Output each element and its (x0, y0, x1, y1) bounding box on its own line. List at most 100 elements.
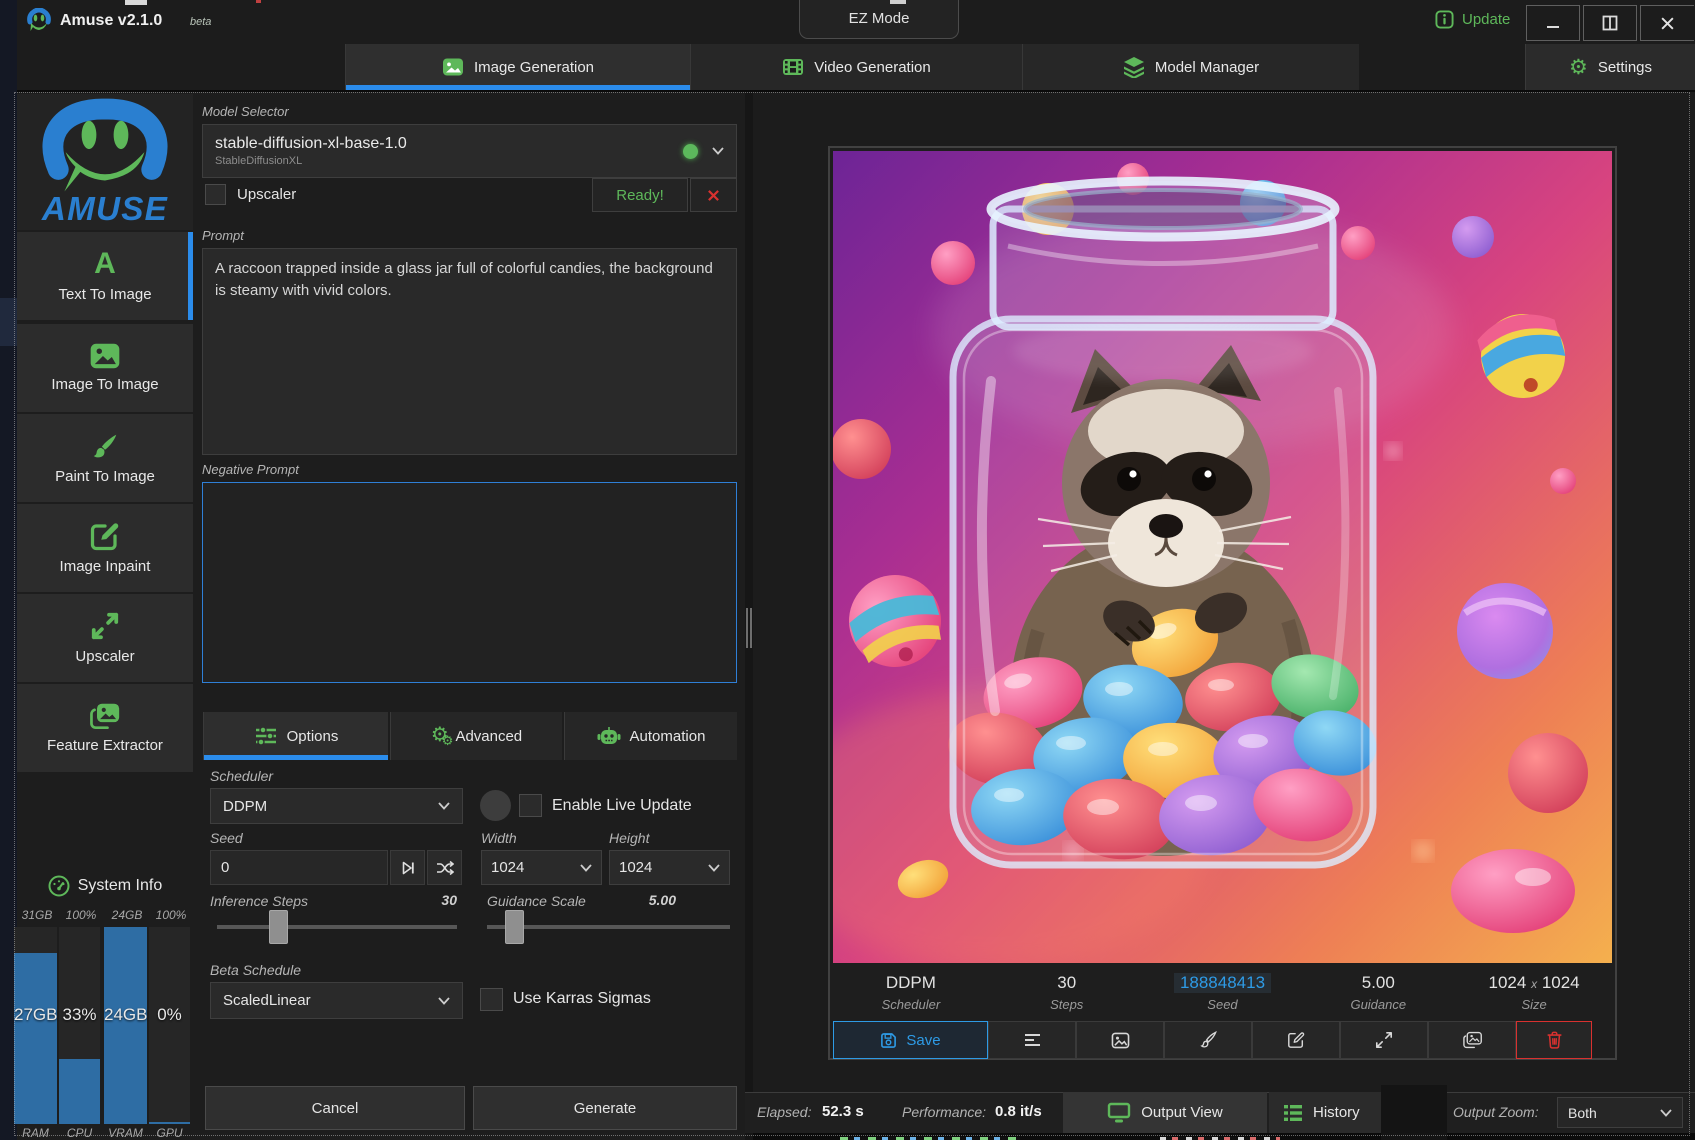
maximize-button[interactable] (1583, 5, 1637, 41)
height-dropdown[interactable]: 1024 (609, 850, 730, 885)
caption-button[interactable] (988, 1021, 1076, 1059)
sidebar-item-image-inpaint[interactable]: Image Inpaint (17, 504, 193, 592)
unload-model-button[interactable] (690, 178, 737, 212)
update-button[interactable]: Update (1435, 10, 1510, 29)
karras-sigmas-label: Use Karras Sigmas (513, 990, 651, 1008)
chevron-down-icon (580, 864, 592, 872)
guidance-scale-slider-thumb[interactable] (505, 910, 524, 944)
sidebar-item-upscaler[interactable]: Upscaler (17, 594, 193, 682)
scheduler-label: Scheduler (210, 768, 273, 784)
send-to-upscaler-button[interactable] (1340, 1021, 1428, 1059)
tab-video-generation[interactable]: Video Generation (690, 44, 1022, 90)
output-view-button[interactable]: Output View (1063, 1092, 1267, 1133)
chevron-down-icon (712, 147, 724, 155)
tab-image-generation[interactable]: Image Generation (345, 44, 690, 90)
red-x-icon (707, 189, 720, 202)
amuse-logo: AMUSE (17, 94, 193, 230)
system-info-header: System Info (17, 875, 193, 897)
tab-advanced[interactable]: ⚙⚙ Advanced (390, 712, 562, 760)
chevron-down-icon (708, 864, 720, 872)
image-icon (442, 56, 464, 78)
image-icon (1111, 1032, 1130, 1049)
generate-button[interactable]: Generate (473, 1086, 737, 1130)
sidebar-item-feature-extractor[interactable]: Feature Extractor (17, 684, 193, 772)
output-zoom-dropdown[interactable]: Both (1557, 1097, 1683, 1128)
live-update-toggle[interactable] (480, 790, 511, 821)
vram-value: 24GB (104, 1005, 147, 1025)
splitter-grip[interactable] (750, 608, 752, 648)
cancel-button[interactable]: Cancel (205, 1086, 465, 1130)
send-to-inpaint-button[interactable] (1252, 1021, 1340, 1059)
meta-label: Guidance (1350, 997, 1406, 1012)
brush-icon (1199, 1031, 1217, 1049)
inference-steps-label: Inference Steps (210, 893, 308, 909)
guidance-scale-value: 5.00 (638, 892, 676, 908)
performance-label: Performance: (902, 1104, 986, 1120)
trash-icon (1546, 1031, 1563, 1049)
inference-steps-value: 30 (425, 892, 457, 908)
desktop-edge-highlight (0, 298, 17, 346)
seed-label: Seed (210, 830, 243, 846)
inference-steps-slider-thumb[interactable] (269, 910, 288, 944)
scheduler-dropdown[interactable]: DDPM (210, 788, 463, 824)
splitter-grip[interactable] (746, 608, 748, 648)
seed-randomize-button[interactable] (427, 850, 462, 885)
close-button[interactable] (1640, 5, 1694, 41)
width-dropdown[interactable]: 1024 (481, 850, 602, 885)
beta-schedule-dropdown[interactable]: ScaledLinear (210, 982, 463, 1019)
live-update-checkbox[interactable] (519, 794, 542, 817)
meta-value: 5.00 (1362, 973, 1395, 993)
gpu-value: 0% (149, 1005, 190, 1025)
send-to-paint-button[interactable] (1164, 1021, 1252, 1059)
meta-steps: 30 Steps (989, 973, 1145, 1012)
live-update-label: Enable Live Update (552, 797, 692, 815)
tab-options[interactable]: Options (203, 712, 388, 760)
seed-input[interactable]: 0 (210, 850, 388, 885)
sidebar-item-label: Text To Image (58, 286, 151, 303)
karras-sigmas-checkbox[interactable] (480, 988, 503, 1011)
seed-value-link[interactable]: 188848413 (1174, 973, 1271, 993)
ez-mode-button[interactable]: EZ Mode (799, 0, 959, 39)
output-meta-row: DDPM Scheduler 30 Steps 188848413 Seed 5… (833, 963, 1612, 1021)
photos-stack-icon (89, 702, 121, 730)
beta-tag: beta (190, 16, 211, 28)
gpu-label: GPU (149, 1126, 190, 1140)
tab-settings[interactable]: ⚙ Settings (1525, 44, 1695, 90)
upscaler-checkbox-label: Upscaler (237, 186, 296, 203)
panel-splitter[interactable] (745, 92, 753, 1140)
delete-image-button[interactable] (1516, 1021, 1592, 1059)
minimize-button[interactable] (1526, 5, 1580, 41)
inference-steps-slider[interactable] (217, 925, 457, 929)
tab-label: Automation (630, 728, 706, 745)
active-tab-indicator (346, 85, 690, 90)
negative-prompt-input[interactable] (202, 482, 737, 683)
robot-icon (597, 726, 621, 746)
meta-size: 1024 x 1024 Size (1456, 973, 1612, 1012)
send-to-image-button[interactable] (1076, 1021, 1164, 1059)
upscaler-checkbox[interactable] (205, 184, 226, 205)
ram-meter (14, 927, 57, 1124)
sidebar-item-label: Image Inpaint (60, 558, 151, 575)
meta-seed: 188848413 Seed (1145, 973, 1301, 1012)
sidebar-item-text-to-image[interactable]: A Text To Image (17, 232, 193, 320)
sidebar-item-paint-to-image[interactable]: Paint To Image (17, 414, 193, 502)
vram-meter (104, 927, 147, 1124)
prompt-input[interactable]: A raccoon trapped inside a glass jar ful… (202, 248, 737, 455)
model-status: Ready! (592, 178, 688, 212)
beta-schedule-label: Beta Schedule (210, 962, 301, 978)
chevron-down-icon (438, 997, 450, 1005)
photos-stack-icon (1462, 1031, 1483, 1049)
tab-automation[interactable]: Automation (564, 712, 737, 760)
generated-image[interactable] (833, 151, 1612, 963)
history-button[interactable]: History (1269, 1092, 1381, 1133)
sidebar-item-image-to-image[interactable]: Image To Image (17, 324, 193, 412)
save-image-button[interactable]: Save (833, 1021, 988, 1059)
seed-repeat-button[interactable] (390, 850, 425, 885)
tab-model-manager[interactable]: Model Manager (1022, 44, 1359, 90)
elapsed-value: 52.3 s (822, 1103, 864, 1120)
app-title: Amuse v2.1.0 (60, 12, 162, 30)
model-selector-dropdown[interactable]: stable-diffusion-xl-base-1.0 StableDiffu… (202, 124, 737, 178)
shuffle-icon (436, 860, 454, 876)
guidance-scale-slider[interactable] (487, 925, 730, 929)
send-to-feature-extractor-button[interactable] (1428, 1021, 1516, 1059)
